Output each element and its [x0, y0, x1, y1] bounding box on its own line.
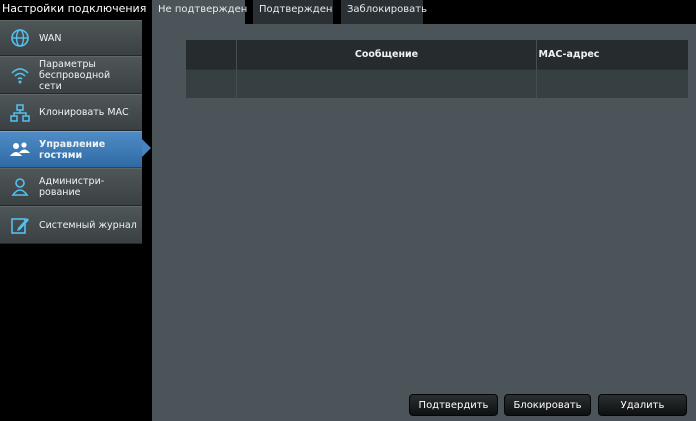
sidebar-item-label: Системный журнал — [39, 219, 137, 231]
confirm-button[interactable]: Подтвердить — [409, 394, 498, 416]
guests-icon — [9, 139, 31, 161]
sidebar: Настройки подключения WAN Параметры бесп… — [0, 0, 146, 421]
network-icon — [9, 102, 31, 124]
column-divider — [536, 40, 537, 98]
column-header-message: Сообщение — [354, 49, 419, 60]
active-item-pointer — [142, 139, 151, 157]
sidebar-item-label: WAN — [39, 32, 62, 44]
edit-log-icon — [9, 214, 31, 236]
column-header-select — [186, 40, 236, 69]
sidebar-title: Настройки подключения — [0, 0, 146, 20]
sidebar-item-label: Параметры беспроводной сети — [39, 58, 111, 92]
column-header-mac: MAC-адрес — [538, 49, 600, 60]
tab-unconfirmed[interactable]: Не подтвержден — [152, 0, 247, 24]
sidebar-item-wireless[interactable]: Параметры беспроводной сети — [0, 56, 142, 94]
column-divider — [236, 40, 237, 98]
sidebar-item-label: Администри-рование — [39, 176, 105, 198]
table-row[interactable] — [186, 69, 688, 98]
sidebar-item-wan[interactable]: WAN — [0, 20, 142, 56]
sidebar-item-label: Управление гостями — [39, 138, 106, 161]
delete-button[interactable]: Удалить — [598, 394, 687, 416]
sidebar-item-system-log[interactable]: Системный журнал — [0, 206, 142, 244]
admin-user-icon — [9, 176, 31, 198]
tab-confirmed[interactable]: Подтвержден — [253, 0, 333, 24]
main-panel: Сообщение MAC-адрес Подтвердить Блокиров… — [152, 24, 696, 421]
guest-table: Сообщение MAC-адрес — [186, 40, 688, 98]
sidebar-item-administration[interactable]: Администри-рование — [0, 168, 142, 206]
table-header: Сообщение MAC-адрес — [186, 40, 688, 69]
tab-blocked[interactable]: Заблокировать — [341, 0, 427, 24]
wifi-icon — [9, 64, 31, 86]
globe-icon — [9, 27, 31, 49]
block-button[interactable]: Блокировать — [504, 394, 591, 416]
sidebar-item-label: Клонировать MAC — [39, 107, 129, 118]
sidebar-item-clone-mac[interactable]: Клонировать MAC — [0, 94, 142, 131]
sidebar-item-guest-management[interactable]: Управление гостями — [0, 131, 142, 168]
